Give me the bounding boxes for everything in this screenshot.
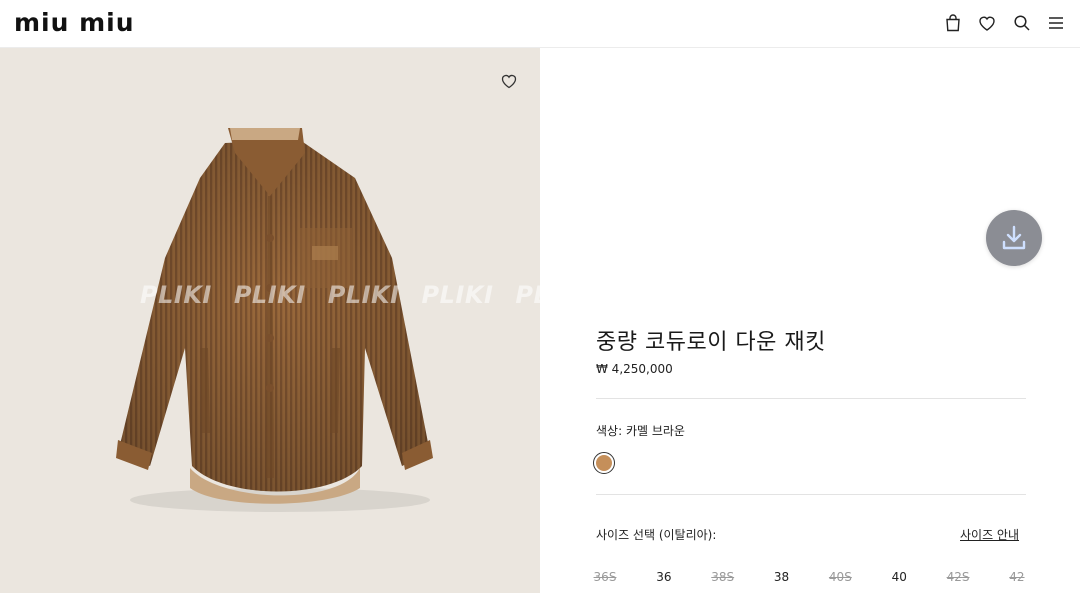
size-option[interactable]: 36S xyxy=(585,569,625,585)
size-option[interactable]: 38S xyxy=(703,569,743,585)
bag-icon[interactable] xyxy=(943,13,963,33)
product-price: ₩ 4,250,000 xyxy=(596,362,673,376)
size-option[interactable]: 38 xyxy=(762,569,802,585)
product-image: PLIKIPLIKIPLIKIPLIKIPLIKI xyxy=(0,48,540,593)
size-option[interactable]: 40 xyxy=(879,569,919,585)
download-icon xyxy=(1002,225,1026,250)
size-options: 36S 36 38S 38 40S 40 42S 42 xyxy=(585,569,1037,585)
divider xyxy=(596,494,1026,495)
size-option[interactable]: 42S xyxy=(938,569,978,585)
size-option[interactable]: 40S xyxy=(820,569,860,585)
size-option[interactable]: 36 xyxy=(644,569,684,585)
search-icon[interactable] xyxy=(1012,13,1032,33)
menu-icon[interactable] xyxy=(1046,13,1066,33)
size-option[interactable]: 42 xyxy=(997,569,1037,585)
color-label: 색상: 카멜 브라운 xyxy=(596,424,685,438)
site-header: miu miu xyxy=(0,0,1080,48)
size-select-label: 사이즈 선택 (이탈리아): xyxy=(596,528,717,542)
watermark-text: PLIKIPLIKIPLIKIPLIKIPLIKI xyxy=(140,281,540,309)
wishlist-heart-icon[interactable] xyxy=(499,71,519,91)
divider xyxy=(596,398,1026,399)
product-title: 중량 코듀로이 다운 재킷 xyxy=(596,330,826,355)
heart-icon[interactable] xyxy=(977,13,997,33)
size-guide-link[interactable]: 사이즈 안내 xyxy=(960,526,1019,543)
brand-logo[interactable]: miu miu xyxy=(14,9,135,37)
color-swatch-fill xyxy=(596,455,612,471)
color-swatch-camel-brown[interactable] xyxy=(593,452,615,474)
jacket-illustration xyxy=(116,128,433,512)
download-button[interactable] xyxy=(986,210,1042,266)
